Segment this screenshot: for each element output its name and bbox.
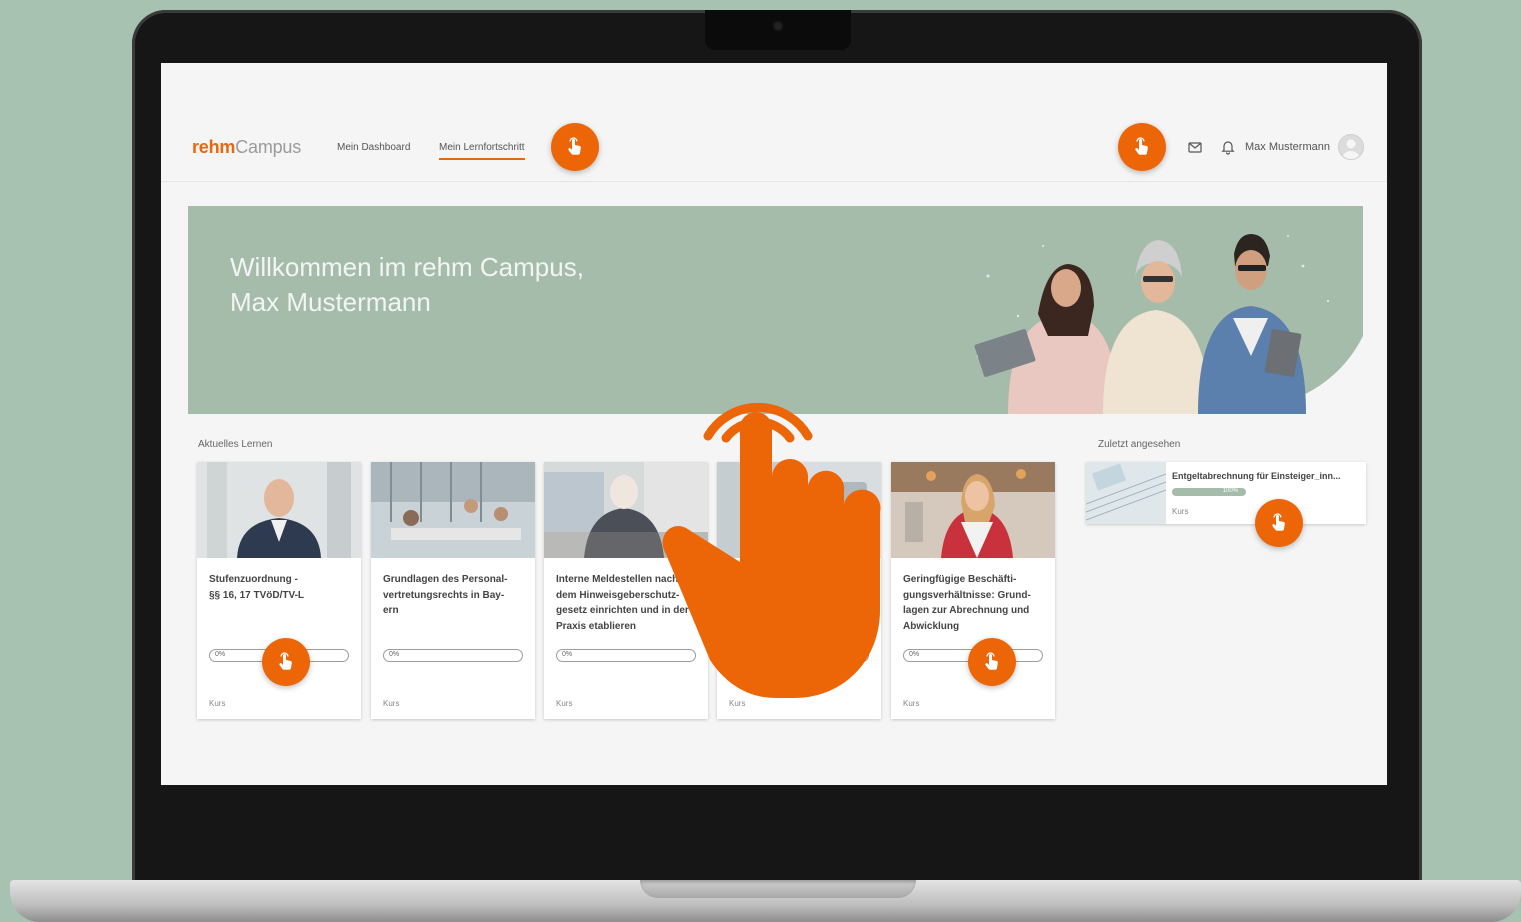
progress-percent: 0% xyxy=(389,651,400,658)
course-kind: Kurs xyxy=(903,699,920,708)
tap-hint-button-card-5[interactable] xyxy=(968,638,1016,686)
user-name[interactable]: Max Mustermann xyxy=(1245,141,1330,153)
course-image xyxy=(891,462,1055,558)
laptop-base-notch xyxy=(640,880,916,898)
tap-hint-button-recent[interactable] xyxy=(1255,499,1303,547)
nav-mein-lernfortschritt[interactable]: Mein Lernfortschritt xyxy=(439,142,525,160)
recent-course-image xyxy=(1086,462,1166,524)
recent-progress-percent: 100% xyxy=(1222,488,1238,494)
recent-course-title: Entgeltabrechnung für Einsteiger_inn... xyxy=(1172,471,1341,481)
laptop-camera xyxy=(774,22,782,30)
tap-hand-icon xyxy=(568,137,581,155)
course-card[interactable]: Geringfügige Beschäfti- gungsverhältniss… xyxy=(891,462,1055,719)
progress-percent: 0% xyxy=(562,651,573,658)
bell-icon[interactable] xyxy=(1220,139,1236,155)
tap-hint-button[interactable] xyxy=(551,123,599,171)
tap-hand-icon xyxy=(279,652,292,670)
recent-course-card[interactable]: Entgeltabrechnung für Einsteiger_inn... … xyxy=(1086,462,1366,524)
progress-percent: 0% xyxy=(215,651,226,658)
tap-hand-icon xyxy=(1135,137,1148,155)
tap-hint-button-header-right[interactable] xyxy=(1118,123,1166,171)
logo-light: Campus xyxy=(235,137,302,157)
progress-percent: 0% xyxy=(909,651,920,658)
tap-hint-button-card-1[interactable] xyxy=(262,638,310,686)
top-navbar: rehmCampus Mein Dashboard Mein Lernforts… xyxy=(161,63,1387,182)
course-title: Grundlagen des Personal- vertretungsrech… xyxy=(383,574,508,616)
recent-progress-bar: 100% xyxy=(1172,488,1246,496)
mail-icon[interactable] xyxy=(1187,139,1203,155)
course-image xyxy=(371,462,535,558)
rehm-campus-logo[interactable]: rehmCampus xyxy=(192,137,301,157)
course-kind: Kurs xyxy=(556,699,573,708)
user-avatar-icon[interactable] xyxy=(1338,134,1364,160)
course-image xyxy=(197,462,361,558)
person-illustration-3 xyxy=(1198,234,1306,414)
big-tap-hand-icon xyxy=(662,402,881,698)
tap-hand-icon xyxy=(985,652,998,670)
logo-bold: rehm xyxy=(192,137,236,157)
person-illustration-1 xyxy=(974,264,1118,414)
section-label-current-learning: Aktuelles Lernen xyxy=(198,439,273,450)
course-kind: Kurs xyxy=(383,699,400,708)
tap-hand-icon xyxy=(1272,513,1285,531)
recent-course-kind: Kurs xyxy=(1172,507,1189,516)
course-card[interactable]: Grundlagen des Personal- vertretungsrech… xyxy=(371,462,535,719)
course-title: Stufenzuordnung - §§ 16, 17 TVöD/TV-L xyxy=(209,574,305,601)
person-illustration-2 xyxy=(1103,240,1210,414)
course-kind: Kurs xyxy=(209,699,226,708)
nav-mein-dashboard[interactable]: Mein Dashboard xyxy=(337,142,410,153)
laptop-notch xyxy=(705,10,851,50)
progress-bar: 0% xyxy=(383,649,523,662)
section-label-recently-viewed: Zuletzt angesehen xyxy=(1098,439,1181,450)
course-title: Geringfügige Beschäfti- gungsverhältniss… xyxy=(903,574,1031,632)
